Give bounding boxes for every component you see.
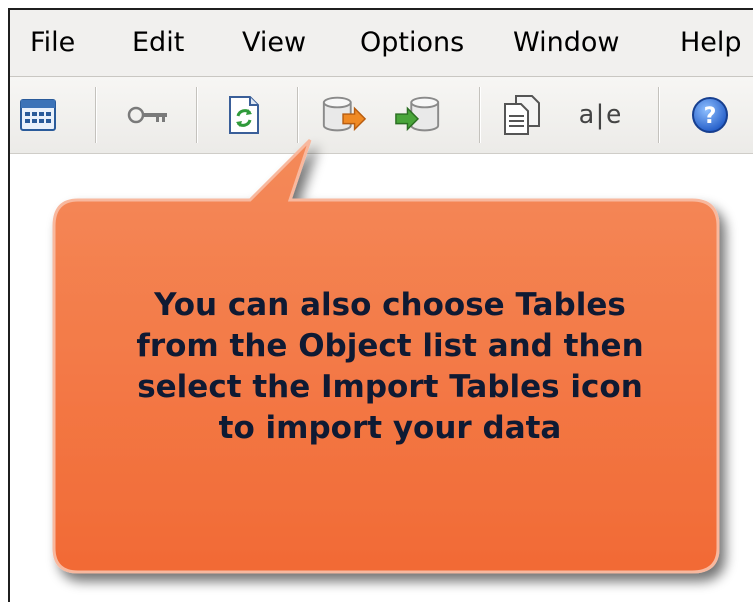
menu-window[interactable]: Window <box>513 10 619 76</box>
copy-button[interactable] <box>498 91 546 139</box>
menu-options[interactable]: Options <box>360 10 464 76</box>
menu-edit[interactable]: Edit <box>132 10 184 76</box>
app-window: File Edit View Options Window Help a|e ? <box>8 8 753 602</box>
calendar-grid-button[interactable] <box>14 91 62 139</box>
refresh-document-icon <box>229 96 259 134</box>
import-tables-button[interactable] <box>394 91 442 139</box>
rename-button[interactable]: a|e <box>575 91 623 139</box>
menu-file[interactable]: File <box>30 10 75 76</box>
svg-text:?: ? <box>704 104 717 129</box>
key-button[interactable] <box>124 91 172 139</box>
workspace-area <box>10 154 753 602</box>
toolbar: a|e ? <box>10 77 753 154</box>
export-tables-button[interactable] <box>320 91 368 139</box>
rename-text-icon: a|e <box>578 100 622 130</box>
copy-document-icon <box>504 95 540 135</box>
toolbar-separator <box>196 87 198 143</box>
calendar-grid-icon <box>20 99 56 131</box>
toolbar-separator <box>95 87 97 143</box>
database-import-icon <box>395 96 440 132</box>
menu-help[interactable]: Help <box>680 10 742 76</box>
menu-bar: File Edit View Options Window Help <box>10 10 753 77</box>
toolbar-separator <box>479 87 481 143</box>
refresh-button[interactable] <box>220 91 268 139</box>
toolbar-separator <box>658 87 660 143</box>
database-export-icon <box>322 96 367 132</box>
help-icon: ? <box>692 97 728 133</box>
help-button[interactable]: ? <box>686 91 734 139</box>
menu-view[interactable]: View <box>242 10 306 76</box>
key-icon <box>127 106 167 124</box>
toolbar-separator <box>297 87 299 143</box>
